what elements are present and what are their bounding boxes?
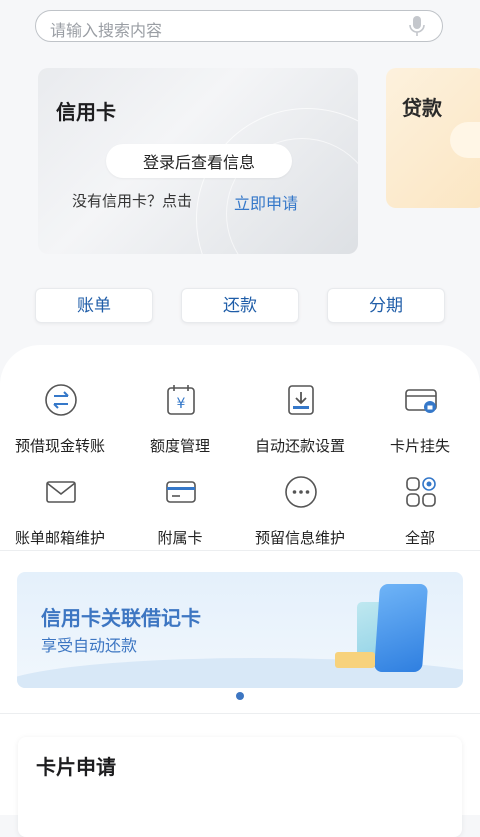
- download-tray-icon: [288, 385, 314, 415]
- service-label: 卡片挂失: [389, 437, 450, 455]
- service-supplementary-card[interactable]: 附属卡: [120, 475, 240, 555]
- service-label: 预留信息维护: [254, 529, 345, 547]
- carousel-indicator: [0, 692, 480, 700]
- service-label: 自动还款设置: [254, 437, 345, 455]
- banner-phone-illustration: [373, 584, 429, 672]
- services-panel: 预借现金转账 ¥ 额度管理 自动还款设置 卡片挂失 账单邮箱维护 附属卡 预留信…: [0, 345, 480, 837]
- card-lock-icon: [405, 389, 437, 413]
- loan-decoration: [450, 122, 480, 158]
- banner-card-stack: [335, 652, 375, 668]
- service-reserved-info[interactable]: 预留信息维护: [240, 475, 360, 555]
- section-title: 卡片申请: [36, 755, 116, 779]
- service-label: 额度管理: [149, 437, 210, 455]
- tab-repay[interactable]: 还款: [181, 288, 299, 323]
- service-auto-repay[interactable]: 自动还款设置: [240, 383, 360, 463]
- more-dots-icon: [285, 476, 317, 508]
- tab-installment[interactable]: 分期: [327, 288, 445, 323]
- credit-card-title: 信用卡: [56, 100, 116, 124]
- indicator-dot-active: [236, 692, 244, 700]
- credit-card-panel[interactable]: 信用卡 登录后查看信息 没有信用卡？点击 立即申请: [38, 68, 358, 254]
- loan-card-panel[interactable]: 贷款: [386, 68, 480, 208]
- calendar-yuan-icon: ¥: [167, 385, 195, 415]
- service-bill-email[interactable]: 账单邮箱维护: [0, 475, 120, 555]
- grid-all-icon: [406, 477, 436, 507]
- service-label: 全部: [404, 529, 435, 547]
- card-carousel[interactable]: 信用卡 登录后查看信息 没有信用卡？点击 立即申请 贷款: [0, 68, 480, 254]
- divider: [0, 550, 480, 551]
- no-card-text: 没有信用卡？点击: [72, 192, 193, 210]
- service-limit-management[interactable]: ¥ 额度管理: [120, 383, 240, 463]
- service-label: 账单邮箱维护: [14, 529, 105, 547]
- quick-actions: 账单 还款 分期: [0, 288, 480, 324]
- card-application-section: 卡片申请: [18, 737, 462, 837]
- banner-subtitle: 享受自动还款: [41, 636, 138, 655]
- service-card-loss[interactable]: 卡片挂失: [360, 383, 480, 463]
- login-view-info-button[interactable]: 登录后查看信息: [106, 144, 292, 178]
- svg-text:¥: ¥: [177, 396, 186, 412]
- microphone-icon[interactable]: [408, 15, 426, 37]
- service-all[interactable]: 全部: [360, 475, 480, 555]
- divider: [0, 713, 480, 714]
- service-label: 预借现金转账: [14, 437, 105, 455]
- card-icon: [166, 481, 196, 503]
- mail-icon: [46, 481, 76, 503]
- service-cash-transfer[interactable]: 预借现金转账: [0, 383, 120, 463]
- promo-banner[interactable]: 信用卡关联借记卡 享受自动还款: [17, 572, 463, 688]
- search-bar[interactable]: 请输入搜索内容: [35, 10, 443, 42]
- loan-title: 贷款: [402, 96, 442, 120]
- search-input[interactable]: 请输入搜索内容: [50, 17, 162, 41]
- transfer-icon: [45, 384, 77, 416]
- banner-title: 信用卡关联借记卡: [41, 606, 201, 630]
- tab-bill[interactable]: 账单: [35, 288, 153, 323]
- service-label: 附属卡: [157, 529, 203, 547]
- apply-now-link[interactable]: 立即申请: [234, 190, 298, 214]
